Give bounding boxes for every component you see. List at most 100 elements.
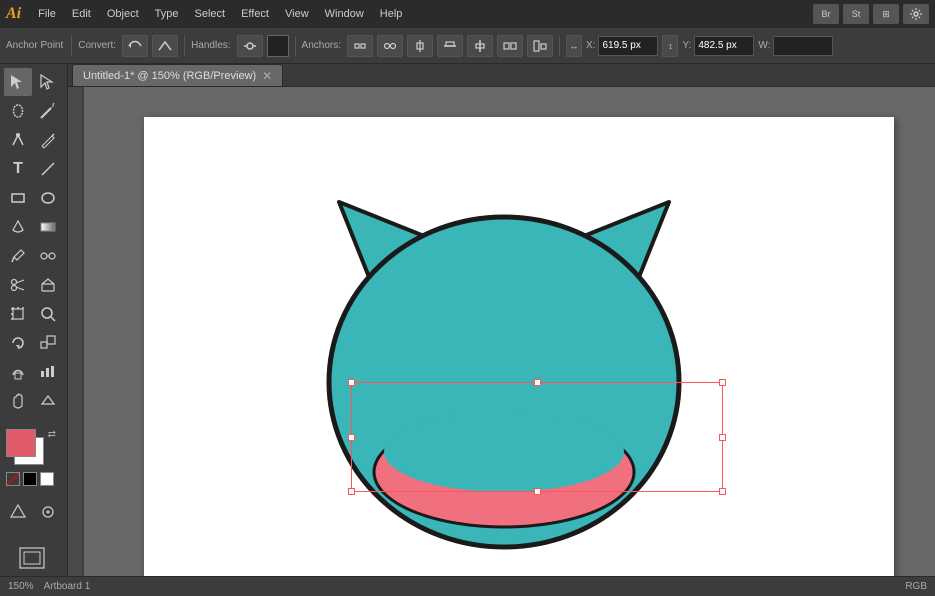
zoom-tool[interactable]	[34, 300, 62, 328]
y-label: Y:	[682, 40, 691, 51]
artboard-tool[interactable]	[4, 300, 32, 328]
vertical-ruler	[68, 87, 84, 576]
menu-right: Br St ⊞	[813, 4, 929, 24]
dist2-btn[interactable]	[527, 35, 553, 57]
canvas-with-rulers: 800, 530	[68, 87, 935, 576]
pokemon-svg	[294, 142, 714, 562]
zoom-level: 150%	[8, 581, 34, 592]
paintbucket-tool[interactable]	[4, 213, 32, 241]
eraser-tool[interactable]	[34, 271, 62, 299]
convert-smooth-btn[interactable]	[122, 35, 148, 57]
artboard-info: Artboard 1	[44, 581, 91, 592]
handles-box[interactable]	[267, 35, 289, 57]
align-anchor-btn[interactable]	[407, 35, 433, 57]
dist-btn[interactable]	[497, 35, 523, 57]
canvas-area[interactable]: 800, 530	[84, 87, 935, 576]
canvas-wrapper: Untitled-1* @ 150% (RGB/Preview) ✕	[68, 64, 935, 576]
anchor-point-label: Anchor Point	[6, 40, 63, 51]
menu-effect[interactable]: Effect	[234, 5, 276, 23]
menu-bar: Ai File Edit Object Type Select Effect V…	[0, 0, 935, 28]
menu-object[interactable]: Object	[100, 5, 146, 23]
menu-select[interactable]: Select	[187, 5, 232, 23]
blend-tool[interactable]	[34, 242, 62, 270]
main-area: T	[0, 64, 935, 576]
color-swatches[interactable]: ⇄	[6, 429, 56, 467]
perspective-tool[interactable]	[4, 498, 32, 526]
ellipse-tool[interactable]	[34, 184, 62, 212]
direct-select-tool[interactable]	[34, 68, 62, 96]
shape-builder-tool[interactable]	[34, 387, 62, 415]
color-section: ⇄	[0, 423, 67, 492]
type-tool[interactable]: T	[4, 155, 32, 183]
sep1	[71, 36, 72, 56]
y-coord-group: Y:	[682, 36, 754, 56]
sep3	[295, 36, 296, 56]
menu-edit[interactable]: Edit	[65, 5, 98, 23]
app-logo: Ai	[6, 5, 21, 23]
align-h-btn[interactable]	[437, 35, 463, 57]
menu-file[interactable]: File	[31, 5, 63, 23]
white-swatch[interactable]	[40, 472, 54, 486]
hand-tool[interactable]	[4, 387, 32, 415]
rotate-tool[interactable]	[4, 329, 32, 357]
warp-tool[interactable]	[4, 358, 32, 386]
eyedropper-tool[interactable]	[4, 242, 32, 270]
status-bar: 150% Artboard 1 RGB	[0, 576, 935, 596]
document-tab[interactable]: Untitled-1* @ 150% (RGB/Preview) ✕	[72, 64, 283, 86]
options-toolbar: Anchor Point Convert: Handles: Anchors: …	[0, 28, 935, 64]
x-arrows-btn[interactable]: ↔	[566, 35, 582, 57]
handles-equal-btn[interactable]	[237, 35, 263, 57]
tab-close-btn[interactable]: ✕	[262, 69, 272, 83]
color-mode-info: RGB	[905, 581, 927, 592]
graph-tool[interactable]	[34, 358, 62, 386]
menu-help[interactable]: Help	[373, 5, 410, 23]
pencil-tool[interactable]	[34, 126, 62, 154]
frame-tool-section	[0, 540, 67, 576]
x-label: X:	[586, 40, 595, 51]
w-coord-group: W:	[758, 36, 833, 56]
pokemon-illustration[interactable]	[294, 142, 714, 565]
pen-tool[interactable]	[4, 126, 32, 154]
line-tool[interactable]	[34, 155, 62, 183]
frame-tool[interactable]	[4, 544, 60, 572]
anchors-label: Anchors:	[302, 40, 341, 51]
sep4	[559, 36, 560, 56]
gradient-tool[interactable]	[34, 213, 62, 241]
show-handles-btn[interactable]	[347, 35, 373, 57]
menu-type[interactable]: Type	[148, 5, 186, 23]
align-v-btn[interactable]	[467, 35, 493, 57]
handles-label: Handles:	[191, 40, 230, 51]
w-label: W:	[758, 40, 770, 51]
foreground-color-swatch[interactable]	[6, 429, 36, 457]
tool-grid: T	[0, 64, 67, 419]
convert-corner-btn[interactable]	[152, 35, 178, 57]
tab-bar: Untitled-1* @ 150% (RGB/Preview) ✕	[68, 64, 935, 87]
x-coord-group: X:	[586, 36, 658, 56]
settings-icon-btn[interactable]	[903, 4, 929, 24]
y-arrows-btn[interactable]: ↕	[662, 35, 678, 57]
color-small-swatches	[6, 472, 54, 486]
magic-wand-tool[interactable]	[34, 97, 62, 125]
menu-window[interactable]: Window	[318, 5, 371, 23]
tab-title: Untitled-1* @ 150% (RGB/Preview)	[83, 70, 256, 82]
select-tool[interactable]	[4, 68, 32, 96]
stock-icon-btn[interactable]: St	[843, 4, 869, 24]
extra-tools	[0, 494, 67, 530]
scale-tool[interactable]	[34, 329, 62, 357]
none-swatch[interactable]	[6, 472, 20, 486]
convert-label: Convert:	[78, 40, 116, 51]
menu-view[interactable]: View	[278, 5, 316, 23]
lasso-tool[interactable]	[4, 97, 32, 125]
sep2	[184, 36, 185, 56]
symbol-sprayer-tool[interactable]	[34, 498, 62, 526]
black-swatch[interactable]	[23, 472, 37, 486]
bridge-icon-btn[interactable]: Br	[813, 4, 839, 24]
anchor-tools-btn[interactable]	[377, 35, 403, 57]
grid-icon-btn[interactable]: ⊞	[873, 4, 899, 24]
rect-tool[interactable]	[4, 184, 32, 212]
swap-colors-icon[interactable]: ⇄	[48, 429, 56, 440]
scissors-tool[interactable]	[4, 271, 32, 299]
y-input[interactable]	[694, 36, 754, 56]
w-input[interactable]	[773, 36, 833, 56]
x-input[interactable]	[598, 36, 658, 56]
